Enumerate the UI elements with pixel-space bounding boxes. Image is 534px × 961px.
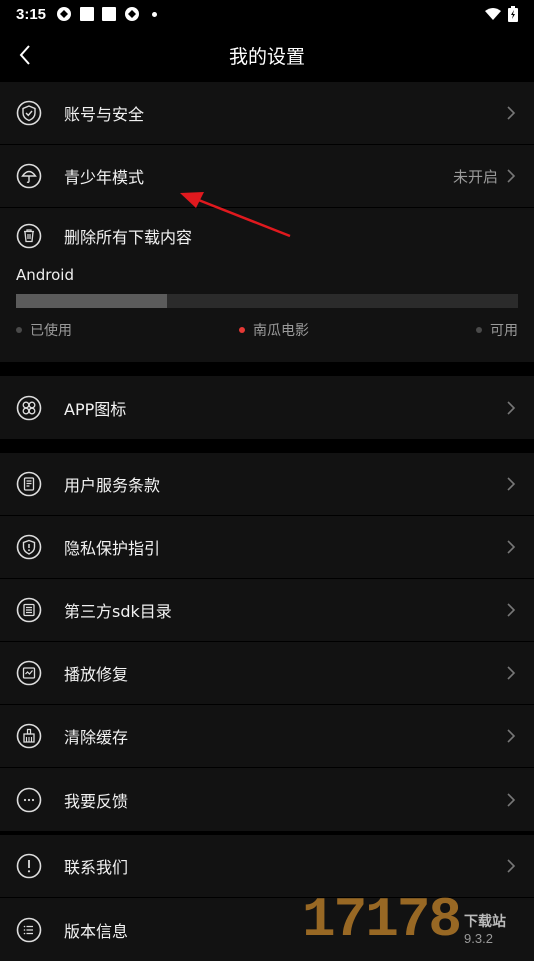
- chevron-right-icon: [507, 540, 516, 554]
- storage-panel: Android 已使用 南瓜电影 可用: [0, 264, 534, 362]
- row-label: 我要反馈: [64, 791, 129, 811]
- legend-available: 可用: [476, 320, 518, 340]
- row-label: 清除缓存: [64, 728, 129, 747]
- row-user-terms[interactable]: 用户服务条款: [0, 453, 534, 516]
- notification-icon: [57, 7, 72, 21]
- legend-used: 已使用: [16, 320, 72, 340]
- battery-icon: [508, 6, 518, 22]
- row-account-security[interactable]: 账号与安全: [0, 82, 534, 145]
- watermark-logo: 17178: [302, 888, 462, 952]
- legend-label: 可用: [490, 323, 518, 339]
- row-label: 第三方sdk目录: [64, 602, 172, 621]
- document-icon: [16, 471, 42, 497]
- row-privacy[interactable]: 隐私保护指引: [0, 516, 534, 579]
- row-label: APP图标: [64, 399, 127, 419]
- grid-icon: [16, 395, 42, 420]
- chevron-right-icon: [507, 169, 516, 183]
- row-feedback[interactable]: 我要反馈: [0, 768, 534, 831]
- row-right: [498, 858, 518, 874]
- square-icon: [80, 7, 95, 21]
- legend-label: 已使用: [30, 323, 72, 339]
- account-section: 账号与安全 青少年模式 未开启 删除所有下载内容 Android 已使用 南瓜电…: [0, 82, 534, 362]
- row-right: [498, 665, 518, 681]
- row-right: [498, 602, 518, 618]
- repair-icon: [16, 660, 42, 686]
- row-label: 用户服务条款: [64, 476, 161, 495]
- section-gap: [0, 439, 534, 453]
- row-app-icon[interactable]: APP图标: [0, 376, 534, 439]
- chevron-right-icon: [507, 400, 516, 415]
- shield-check-icon: [16, 100, 42, 126]
- trash-icon: [16, 223, 42, 249]
- teen-mode-status: 未开启: [452, 167, 498, 186]
- storage-bar-used: [16, 294, 167, 308]
- chevron-right-icon: [507, 106, 516, 120]
- chevron-right-icon: [507, 666, 516, 680]
- watermark-version: 9.3.2: [464, 931, 493, 946]
- status-bar: 3:15: [0, 0, 534, 28]
- wifi-icon: [485, 8, 501, 20]
- menu-icon: [16, 917, 42, 942]
- chevron-right-icon: [507, 477, 516, 491]
- status-time: 3:15: [16, 5, 47, 23]
- legend-app: 南瓜电影: [239, 320, 309, 340]
- page-title: 我的设置: [228, 45, 305, 68]
- umbrella-icon: [16, 163, 42, 189]
- row-right: [498, 792, 518, 808]
- legend-label: 南瓜电影: [253, 323, 309, 339]
- info-section: 用户服务条款 隐私保护指引 第三方sdk目录 播放修复 清除缓存 我要反馈: [0, 453, 534, 831]
- legend-dot: [239, 327, 245, 333]
- storage-bar: [16, 294, 518, 308]
- app-icon-section: APP图标: [0, 376, 534, 439]
- status-right: [484, 6, 518, 22]
- row-label: 账号与安全: [64, 105, 145, 124]
- square-icon: [102, 7, 117, 21]
- privacy-shield-icon: [16, 534, 42, 560]
- watermark: 17178 下载站 9.3.2: [302, 882, 528, 950]
- row-right: [498, 476, 518, 492]
- watermark-site: 下载站: [464, 914, 507, 930]
- section-gap: [0, 362, 534, 376]
- back-arrow-icon[interactable]: [14, 43, 38, 67]
- legend-dot: [16, 327, 22, 333]
- row-clear-cache[interactable]: 清除缓存: [0, 705, 534, 768]
- row-right: [498, 539, 518, 555]
- list-icon: [16, 597, 42, 623]
- feedback-icon: [16, 787, 42, 812]
- row-label: 版本信息: [64, 921, 129, 941]
- info-exclaim-icon: [16, 853, 42, 879]
- storage-legend: 已使用 南瓜电影 可用: [16, 320, 518, 340]
- row-right: [498, 400, 518, 416]
- legend-dot: [476, 327, 482, 333]
- row-label: 联系我们: [64, 858, 129, 877]
- row-right: 未开启: [453, 166, 518, 187]
- row-teen-mode[interactable]: 青少年模式 未开启: [0, 145, 534, 208]
- chevron-right-icon: [507, 859, 516, 873]
- notification-icon: [125, 7, 140, 21]
- row-right: [498, 105, 518, 121]
- watermark-side: 下载站 9.3.2: [464, 911, 506, 946]
- broom-icon: [16, 723, 42, 749]
- row-right: [498, 728, 518, 744]
- row-label: 青少年模式: [64, 168, 145, 187]
- row-label: 隐私保护指引: [64, 539, 161, 558]
- row-label: 删除所有下载内容: [64, 228, 193, 247]
- chevron-right-icon: [507, 603, 516, 617]
- row-playback-repair[interactable]: 播放修复: [0, 642, 534, 705]
- row-delete-downloads[interactable]: 删除所有下载内容: [0, 208, 534, 264]
- chevron-right-icon: [507, 792, 516, 807]
- top-bar: 我的设置: [0, 28, 534, 82]
- row-label: 播放修复: [64, 665, 129, 684]
- storage-title: Android: [16, 266, 74, 284]
- chevron-right-icon: [507, 729, 516, 743]
- row-sdk-list[interactable]: 第三方sdk目录: [0, 579, 534, 642]
- dot-icon: [152, 11, 158, 17]
